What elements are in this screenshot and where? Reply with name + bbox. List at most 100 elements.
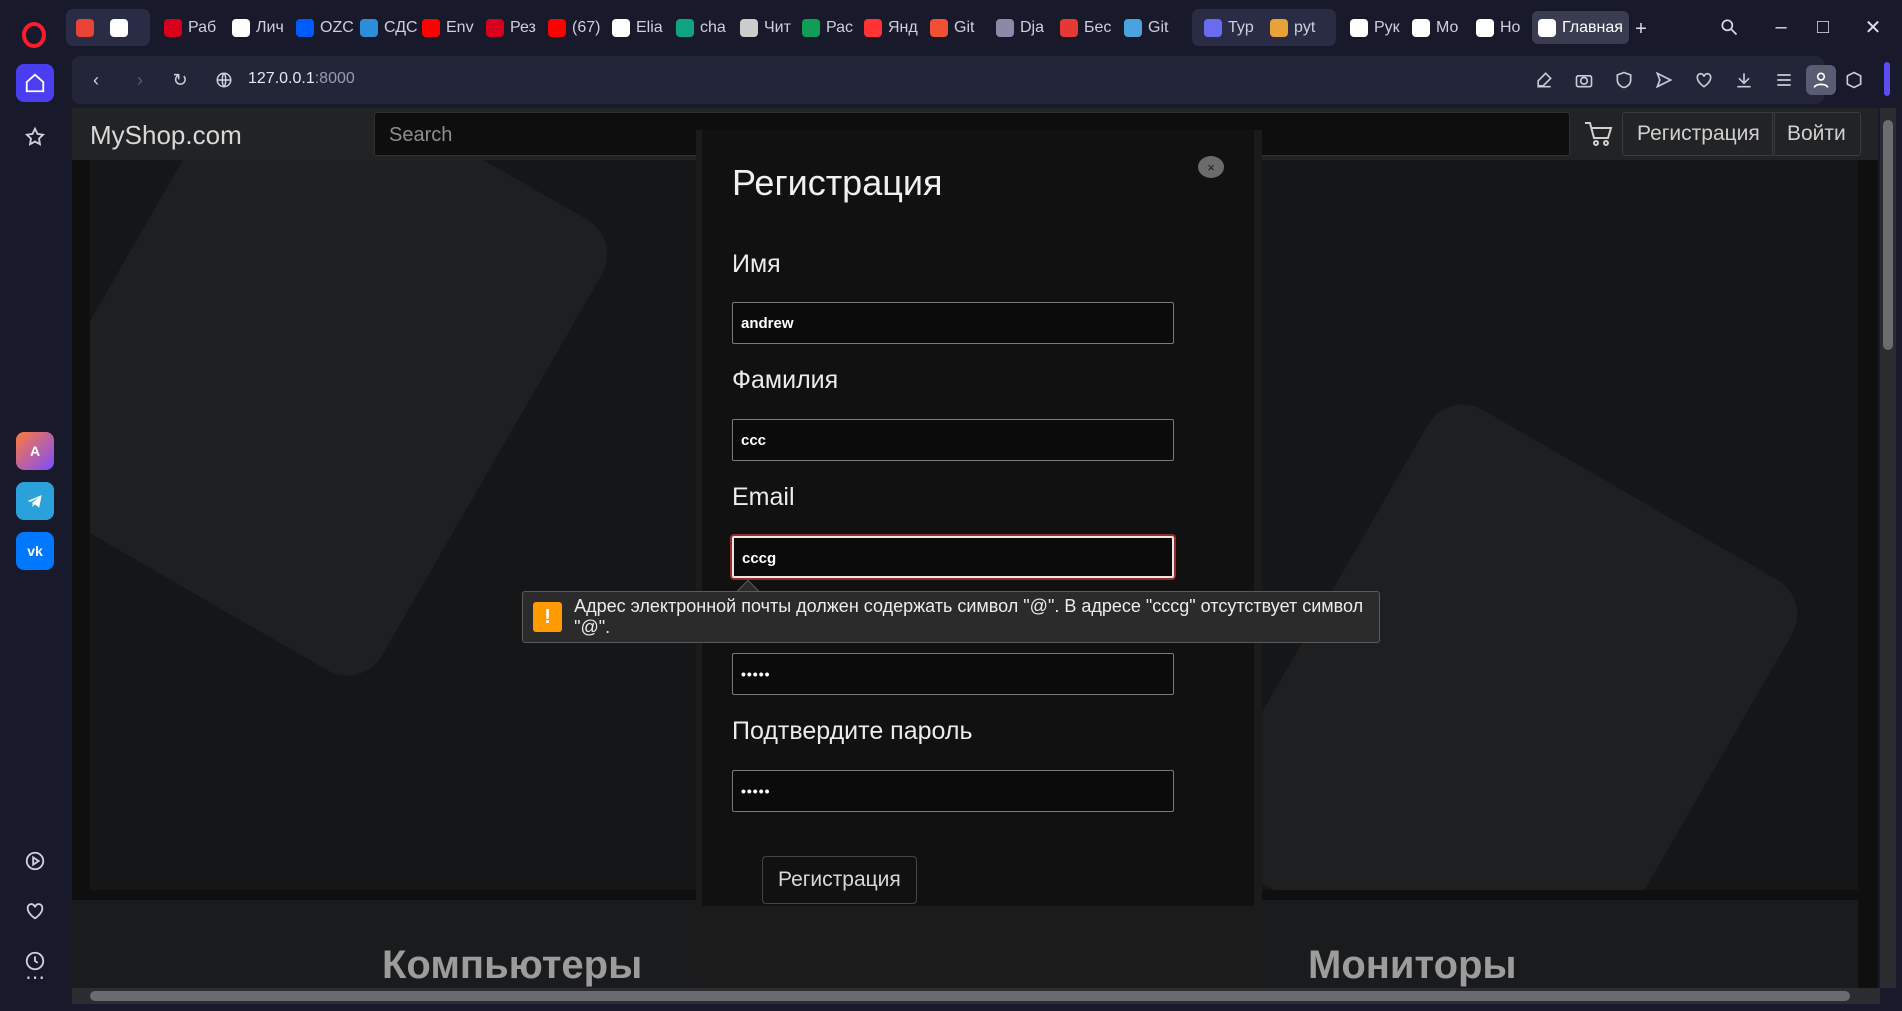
first-name-label: Имя	[732, 250, 781, 278]
star-icon[interactable]	[16, 118, 54, 156]
opera-logo-icon[interactable]	[22, 22, 46, 48]
tab-label: OZC	[320, 18, 354, 36]
t-icon	[360, 18, 378, 37]
tab-8[interactable]: (67)	[542, 11, 606, 44]
tab-15[interactable]: Dja	[990, 11, 1050, 44]
tab-bar: Раб Лич OZC СДС Env Рез (67) Elia cha Чит Рас Янд Gi…	[66, 0, 1902, 54]
tab-label: Рас	[826, 18, 854, 36]
password-field[interactable]: •••••	[732, 653, 1174, 695]
player-icon[interactable]	[16, 842, 54, 880]
tab-label: Ho	[1500, 18, 1521, 36]
tab-7[interactable]: Рез	[480, 11, 542, 44]
tab-10[interactable]: cha	[670, 11, 732, 44]
github-icon	[1412, 18, 1430, 37]
send-icon[interactable]	[1652, 68, 1676, 92]
tab-6[interactable]: Env	[416, 11, 480, 44]
back-icon[interactable]: ‹	[84, 68, 108, 92]
tab-21[interactable]: Мо	[1406, 11, 1464, 44]
more-icon[interactable]: ⋯	[16, 960, 54, 994]
snapshot-edit-icon[interactable]	[1532, 68, 1556, 92]
section-title-monitors: Мониторы	[1308, 943, 1517, 987]
tab-12[interactable]: Рас	[796, 11, 859, 44]
favorite-icon[interactable]	[1692, 68, 1716, 92]
aria-icon[interactable]: A	[16, 432, 54, 470]
browser-window: A vk ⋯ Раб Лич OZC СДС Env Рез (67) Elia cha Чит Р…	[0, 0, 1902, 1011]
search-tabs-icon[interactable]	[1716, 14, 1742, 40]
youtube-icon	[548, 18, 566, 37]
email-label: Email	[732, 483, 795, 511]
hh-icon	[164, 18, 182, 37]
submit-register-button[interactable]: Регистрация	[762, 856, 917, 904]
tab-17[interactable]: Git	[1118, 11, 1174, 44]
first-name-field[interactable]: andrew	[732, 302, 1174, 344]
tab-19[interactable]: pyt	[1264, 11, 1321, 44]
forward-icon[interactable]: ›	[128, 68, 152, 92]
profile-icon[interactable]	[1806, 65, 1836, 95]
new-tab-button[interactable]: +	[1628, 16, 1654, 42]
tab-label: Elia	[636, 18, 663, 36]
confirm-password-label: Подтвердите пароль	[732, 717, 973, 745]
tab-label: Env	[446, 18, 474, 36]
tab-4[interactable]: OZC	[290, 11, 360, 44]
github-icon	[612, 18, 630, 37]
hh-icon	[486, 18, 504, 37]
camera-icon[interactable]	[1572, 68, 1596, 92]
people-icon	[1204, 18, 1222, 37]
tab-label: pyt	[1294, 18, 1316, 36]
tab-label: Git	[954, 18, 975, 36]
vk-icon[interactable]: vk	[16, 532, 54, 570]
confirm-password-field[interactable]: •••••	[732, 770, 1174, 812]
tab-1[interactable]	[104, 11, 140, 44]
extensions-icon[interactable]	[1842, 68, 1866, 92]
last-name-label: Фамилия	[732, 366, 839, 394]
tab-2[interactable]: Раб	[158, 11, 222, 44]
tab-11[interactable]: Чит	[734, 11, 797, 44]
maximize-icon[interactable]: □	[1810, 14, 1836, 40]
close-icon[interactable]: ×	[1198, 156, 1224, 178]
sidebar-toggle[interactable]	[1884, 62, 1890, 96]
email-field[interactable]: cccg	[732, 536, 1174, 578]
tab-0[interactable]	[70, 11, 106, 44]
tab-18[interactable]: Typ	[1198, 11, 1260, 44]
site-info-icon[interactable]	[212, 68, 236, 92]
validation-tooltip: ! Адрес электронной почты должен содержа…	[522, 591, 1380, 643]
horizontal-scroll-thumb[interactable]	[90, 991, 1850, 1001]
last-name-field[interactable]: ccc	[732, 419, 1174, 461]
telegram-icon[interactable]	[16, 482, 54, 520]
cart-icon[interactable]	[1584, 120, 1614, 148]
tab-22[interactable]: Ho	[1470, 11, 1526, 44]
app-icon	[110, 18, 128, 37]
tab-23[interactable]: Главная	[1532, 11, 1629, 44]
home-icon[interactable]	[16, 64, 54, 102]
login-button[interactable]: Войти	[1772, 112, 1861, 156]
easy-setup-icon[interactable]	[1772, 68, 1796, 92]
tab-3[interactable]: Лич	[226, 11, 290, 44]
heart-icon[interactable]	[16, 892, 54, 930]
minimize-icon[interactable]: –	[1768, 14, 1794, 40]
tab-13[interactable]: Янд	[858, 11, 924, 44]
tab-14[interactable]: Git	[924, 11, 980, 44]
tab-9[interactable]: Elia	[606, 11, 669, 44]
tab-5[interactable]: СДС	[354, 11, 424, 44]
tab-20[interactable]: Рук	[1344, 11, 1406, 44]
shield-icon[interactable]	[1612, 68, 1636, 92]
page-viewport: Компьютеры Мониторы MyShop.com Search Ре…	[72, 108, 1878, 988]
tab-label: Раб	[188, 18, 217, 36]
tab-label: Чит	[764, 18, 791, 36]
tab-label: Мо	[1436, 18, 1459, 36]
reload-icon[interactable]: ↻	[168, 68, 192, 92]
cloud-icon	[1124, 18, 1142, 37]
tab-16[interactable]: Бес	[1054, 11, 1117, 44]
download-icon[interactable]	[1732, 68, 1756, 92]
vertical-scroll-thumb[interactable]	[1883, 120, 1893, 350]
tab-label: Typ	[1228, 18, 1254, 36]
youtube-icon	[422, 18, 440, 37]
vertical-scrollbar[interactable]	[1880, 108, 1896, 988]
close-window-icon[interactable]: ✕	[1860, 14, 1886, 40]
site-brand[interactable]: MyShop.com	[90, 120, 242, 151]
register-button[interactable]: Регистрация	[1622, 112, 1775, 156]
url-field[interactable]: 127.0.0.1:8000	[248, 70, 355, 88]
tab-label: Главная	[1562, 18, 1623, 36]
horizontal-scrollbar[interactable]	[72, 988, 1880, 1004]
map-pin-icon	[864, 18, 882, 37]
